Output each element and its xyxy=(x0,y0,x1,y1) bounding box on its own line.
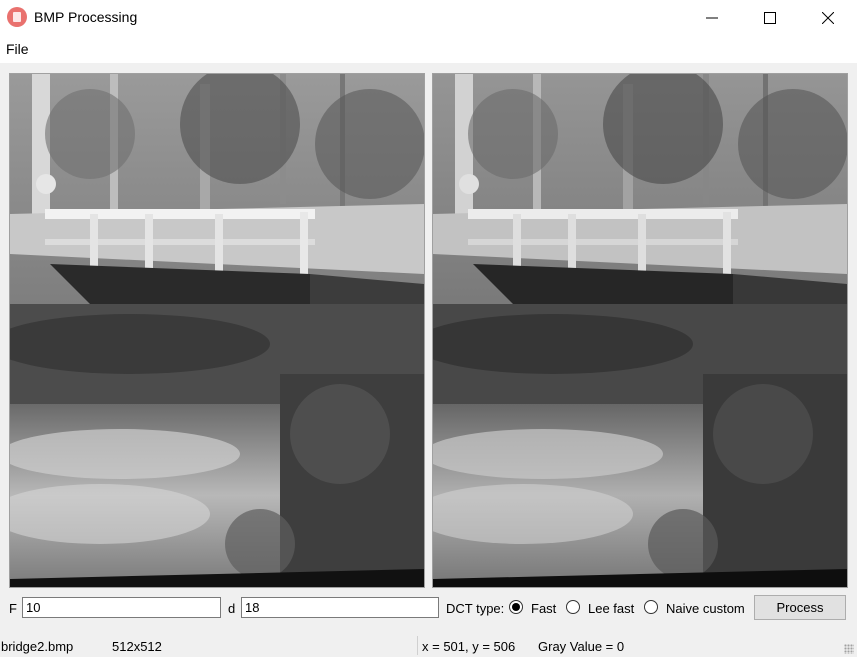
close-icon xyxy=(822,11,834,24)
status-bar: bridge2.bmp 512x512 x = 501, y = 506 Gra… xyxy=(0,634,857,657)
f-input[interactable]: 10 xyxy=(22,597,221,618)
app-bitmap-icon xyxy=(7,7,27,27)
main-content: F 10 d 18 DCT type: Fast Lee fast Naive … xyxy=(0,63,857,657)
original-image-view[interactable] xyxy=(9,73,425,588)
image-processed xyxy=(433,74,847,587)
image-original xyxy=(10,74,424,587)
status-divider xyxy=(417,636,418,655)
maximize-icon xyxy=(764,11,776,24)
title-bar: BMP Processing xyxy=(0,0,857,35)
dct-lee-fast-radio[interactable] xyxy=(566,600,580,614)
minimize-button[interactable] xyxy=(683,0,741,35)
process-button[interactable]: Process xyxy=(754,595,846,620)
status-gray-value: Gray Value = 0 xyxy=(538,639,625,654)
minimize-icon xyxy=(706,17,718,18)
dct-type-label: DCT type: xyxy=(446,601,505,616)
close-button[interactable] xyxy=(799,0,857,35)
dct-lee-fast-label[interactable]: Lee fast xyxy=(588,601,634,616)
resize-grip-icon[interactable] xyxy=(844,644,854,654)
dct-naive-custom-radio[interactable] xyxy=(644,600,658,614)
maximize-button[interactable] xyxy=(741,0,799,35)
status-coordinates: x = 501, y = 506 xyxy=(422,639,516,654)
dct-fast-radio[interactable] xyxy=(509,600,523,614)
menu-file[interactable]: File xyxy=(6,41,29,57)
processed-image-view[interactable] xyxy=(432,73,848,588)
menu-bar: File xyxy=(0,35,857,63)
d-label: d xyxy=(228,601,236,616)
window-title: BMP Processing xyxy=(34,9,138,25)
status-filename: bridge2.bmp xyxy=(1,639,74,654)
d-input[interactable]: 18 xyxy=(241,597,439,618)
f-label: F xyxy=(9,601,17,616)
dct-naive-custom-label[interactable]: Naive custom xyxy=(666,601,745,616)
dct-fast-label[interactable]: Fast xyxy=(531,601,556,616)
status-dimensions: 512x512 xyxy=(112,639,162,654)
